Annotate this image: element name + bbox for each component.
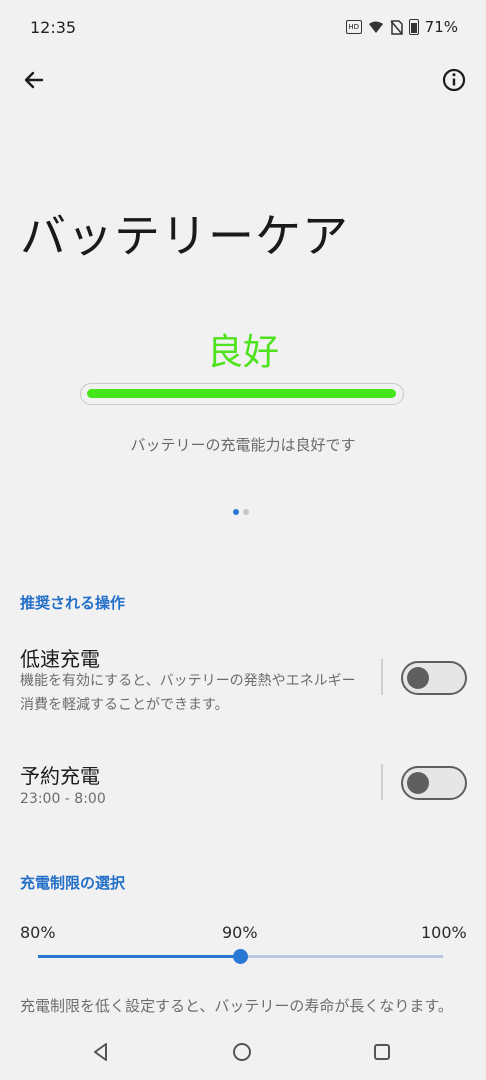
- nav-recents-button[interactable]: [370, 1040, 394, 1064]
- nav-back-button[interactable]: [89, 1040, 113, 1064]
- info-icon: [442, 68, 466, 92]
- battery-health-label: 良好: [206, 332, 279, 373]
- section-header-charge-limit: 充電制限の選択: [20, 874, 126, 892]
- page-indicator: [233, 509, 249, 515]
- info-button[interactable]: [438, 64, 470, 96]
- charge-limit-description: 充電制限を低く設定すると、バッテリーの寿命が長くなります。: [20, 997, 453, 1015]
- slider-thumb[interactable]: [233, 949, 248, 964]
- scheduled-charge-time: 23:00 - 8:00: [20, 791, 106, 807]
- status-time: 12:35: [30, 18, 77, 37]
- page-title: バッテリーケア: [20, 209, 349, 263]
- nav-home-icon: [233, 1043, 251, 1061]
- slider-label-80: 80%: [20, 923, 56, 942]
- nav-back-icon: [94, 1043, 107, 1061]
- wifi-icon: [368, 21, 383, 33]
- toggle-knob: [407, 772, 429, 794]
- page-dot: [243, 509, 249, 515]
- nav-home-button[interactable]: [230, 1040, 254, 1064]
- divider: [381, 659, 383, 695]
- slider-fill: [38, 955, 241, 958]
- scheduled-charge-toggle[interactable]: [401, 766, 467, 800]
- slow-charge-description: 機能を有効にすると、バッテリーの発熱やエネルギー消費を軽減することができます。: [20, 673, 356, 713]
- slider-label-100: 100%: [421, 923, 467, 942]
- battery-health-description: バッテリーの充電能力は良好です: [130, 436, 356, 454]
- hd-icon: HD: [345, 20, 362, 34]
- battery-health-fill: [87, 389, 396, 398]
- battery-icon: [408, 19, 419, 35]
- scheduled-charge-title: 予約充電: [20, 764, 100, 788]
- page-dot-active: [233, 509, 239, 515]
- back-button[interactable]: [18, 64, 50, 96]
- slow-charge-title: 低速充電: [20, 647, 100, 671]
- section-header-recommended: 推奨される操作: [20, 594, 126, 612]
- slider-label-90: 90%: [222, 923, 258, 942]
- nav-recents-icon: [374, 1044, 390, 1060]
- back-arrow-icon: [24, 71, 44, 89]
- status-icons: HD 71%: [345, 18, 458, 36]
- slow-charge-toggle[interactable]: [401, 661, 467, 695]
- battery-percent: 71%: [424, 18, 458, 36]
- battery-health-bar: [80, 383, 404, 405]
- no-sim-icon: [390, 19, 403, 35]
- toggle-knob: [407, 667, 429, 689]
- divider: [381, 764, 383, 800]
